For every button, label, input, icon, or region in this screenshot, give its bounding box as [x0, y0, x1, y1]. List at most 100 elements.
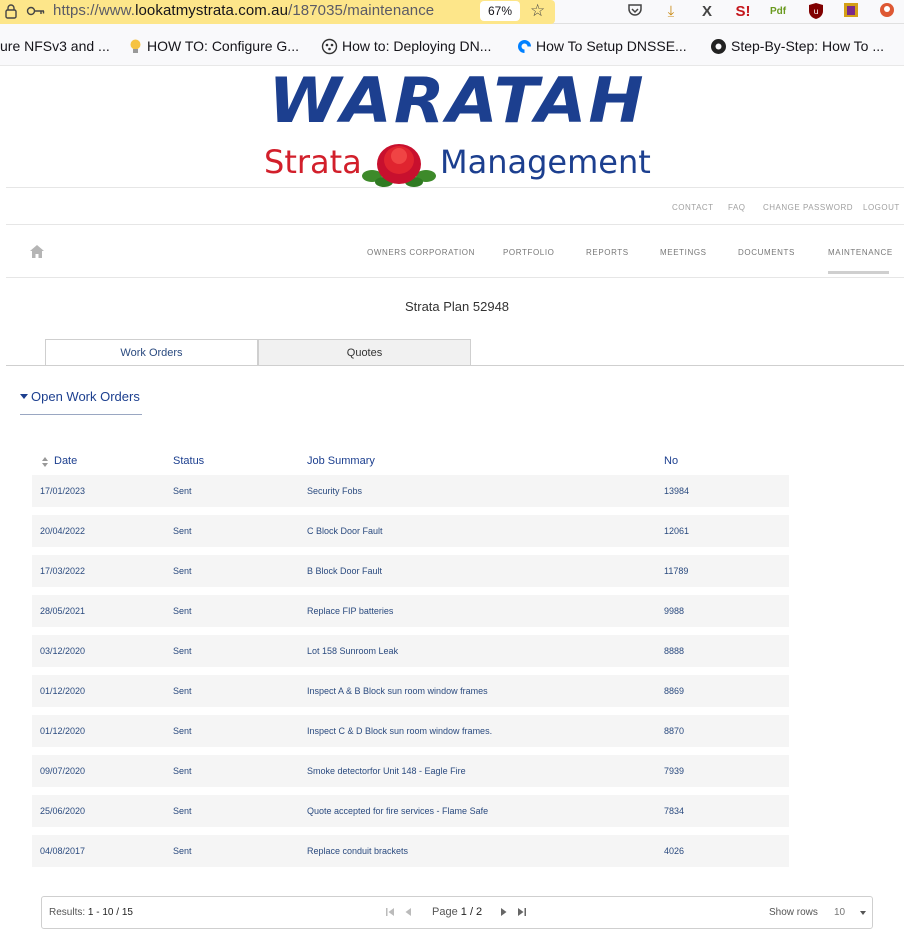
section-underline [20, 414, 142, 415]
bookmark-item[interactable]: HOW TO: Configure G... [147, 38, 299, 54]
cell-number: 8888 [664, 646, 685, 656]
tab-work-orders[interactable]: Work Orders [45, 339, 258, 366]
results-count: Results: 1 - 10 / 15 [49, 907, 133, 918]
rows-per-page-select[interactable]: 10 [828, 903, 872, 923]
logo-strata-text: Strata [264, 143, 362, 181]
key-icon[interactable] [26, 3, 46, 19]
cell-job-summary: B Block Door Fault [307, 566, 383, 576]
cell-number: 12061 [664, 526, 690, 536]
home-icon[interactable] [30, 245, 44, 258]
page-label: Page [432, 906, 458, 918]
waratah-flower-icon [362, 144, 436, 187]
cell-status: Sent [173, 526, 192, 536]
waratah-logo[interactable]: WARATAH Strata Management [264, 63, 651, 187]
cell-status: Sent [173, 806, 192, 816]
lightbulb-icon [130, 39, 141, 53]
cell-date: 01/12/2020 [40, 686, 86, 696]
duckduckgo-icon[interactable] [877, 2, 897, 22]
divider [6, 277, 904, 278]
nav-reports[interactable]: REPORTS [586, 248, 629, 257]
cell-date: 17/01/2023 [40, 486, 86, 496]
nav-owners-corporation[interactable]: OWNERS CORPORATION [367, 248, 475, 257]
cell-date: 09/07/2020 [40, 766, 86, 776]
cell-date: 20/04/2022 [40, 526, 86, 536]
table-row[interactable]: 04/08/2017 Sent Replace conduit brackets 40… [32, 835, 789, 867]
column-header-status[interactable]: Status [173, 455, 204, 467]
next-page-icon[interactable] [498, 906, 510, 918]
column-header-job-summary[interactable]: Job Summary [307, 455, 375, 467]
cell-status: Sent [173, 686, 192, 696]
last-page-icon[interactable] [516, 906, 528, 918]
cell-number: 7939 [664, 766, 685, 776]
show-rows-label: Show rows [769, 907, 818, 918]
section-title: Open Work Orders [31, 389, 140, 404]
open-work-orders-toggle[interactable]: Open Work Orders [20, 389, 140, 404]
table-row[interactable]: 28/05/2021 Sent Replace FIP batteries 9988 [32, 595, 789, 627]
change-password-link[interactable]: CHANGE PASSWORD [763, 203, 853, 212]
downloads-icon[interactable]: ⤓ [661, 2, 681, 22]
digitalocean-icon [518, 40, 531, 53]
page-indicator: Page 1 / 2 [432, 906, 482, 918]
cell-number: 9988 [664, 606, 685, 616]
table-row[interactable]: 01/12/2020 Sent Inspect A & B Block sun ro… [32, 675, 789, 707]
bookmark-item[interactable]: How to: Deploying DN... [342, 38, 491, 54]
table-row[interactable]: 03/12/2020 Sent Lot 158 Sunroom Leak 8888 [32, 635, 789, 667]
gear-icon [711, 39, 726, 54]
logo-main-text: WARATAH [268, 63, 646, 138]
cell-status: Sent [173, 846, 192, 856]
bookmark-star-icon[interactable]: ☆ [530, 2, 548, 20]
pagination-bar: Results: 1 - 10 / 15 Page 1 / 2 Show row… [41, 896, 873, 929]
bookmark-item[interactable]: ure NFSv3 and ... [0, 38, 110, 54]
divider [6, 187, 904, 188]
bookmark-item[interactable]: How To Setup DNSSE... [536, 38, 687, 54]
cell-job-summary: Replace FIP batteries [307, 606, 394, 616]
cell-number: 13984 [664, 486, 690, 496]
lock-icon [5, 4, 17, 19]
table-row[interactable]: 17/01/2023 Sent Security Fobs 13984 [32, 475, 789, 507]
logout-link[interactable]: LOGOUT [863, 203, 900, 212]
table-row[interactable]: 17/03/2022 Sent B Block Door Fault 11789 [32, 555, 789, 587]
address-bar[interactable]: https://www.lookatmystrata.com.au/187035… [0, 0, 555, 24]
url-host: lookatmystrata.com.au [135, 2, 289, 19]
pdf-extension-icon[interactable]: Pdf [768, 2, 788, 22]
contact-link[interactable]: CONTACT [672, 203, 714, 212]
table-row[interactable]: 09/07/2020 Sent Smoke detectorfor Unit 148… [32, 755, 789, 787]
cell-date: 28/05/2021 [40, 606, 86, 616]
logo-management-text: Management [440, 143, 651, 181]
page-title: Strata Plan 52948 [404, 299, 510, 314]
faq-link[interactable]: FAQ [728, 203, 746, 212]
cell-number: 4026 [664, 846, 685, 856]
caret-down-icon [20, 394, 28, 400]
cell-number: 8869 [664, 686, 685, 696]
page-value: 1 / 2 [460, 906, 483, 918]
x-extension-icon[interactable]: X [697, 2, 717, 22]
nav-maintenance[interactable]: MAINTENANCE [828, 248, 893, 257]
results-label: Results: [49, 907, 86, 918]
tab-quotes[interactable]: Quotes [258, 339, 471, 366]
nav-documents[interactable]: DOCUMENTS [738, 248, 795, 257]
cell-job-summary: Quote accepted for fire services - Flame… [307, 806, 489, 816]
column-header-date[interactable]: Date [54, 455, 77, 467]
previous-page-icon[interactable] [402, 906, 414, 918]
column-header-no[interactable]: No [664, 455, 678, 467]
s-extension-icon[interactable]: S! [733, 2, 753, 22]
dots-icon [321, 38, 338, 55]
table-row[interactable]: 01/12/2020 Sent Inspect C & D Block sun ro… [32, 715, 789, 747]
rows-per-page-value: 10 [834, 907, 846, 918]
table-row[interactable]: 20/04/2022 Sent C Block Door Fault 12061 [32, 515, 789, 547]
nav-portfolio[interactable]: PORTFOLIO [503, 248, 554, 257]
n-extension-icon[interactable] [841, 2, 861, 22]
cell-job-summary: Inspect A & B Block sun room window fram… [307, 686, 488, 696]
svg-text:u: u [813, 7, 818, 16]
nav-meetings[interactable]: MEETINGS [660, 248, 707, 257]
ublock-icon[interactable]: u [806, 2, 826, 22]
table-row[interactable]: 25/06/2020 Sent Quote accepted for fire se… [32, 795, 789, 827]
bookmarks-bar: ure NFSv3 and ... HOW TO: Configure G...… [0, 24, 904, 66]
first-page-icon[interactable] [384, 906, 396, 918]
cell-date: 04/08/2017 [40, 846, 86, 856]
pocket-icon[interactable] [625, 2, 645, 22]
bookmark-item[interactable]: Step-By-Step: How To ... [731, 38, 884, 54]
sort-icon[interactable] [42, 457, 48, 467]
cell-number: 8870 [664, 726, 685, 736]
zoom-level-badge[interactable]: 67% [480, 1, 520, 21]
